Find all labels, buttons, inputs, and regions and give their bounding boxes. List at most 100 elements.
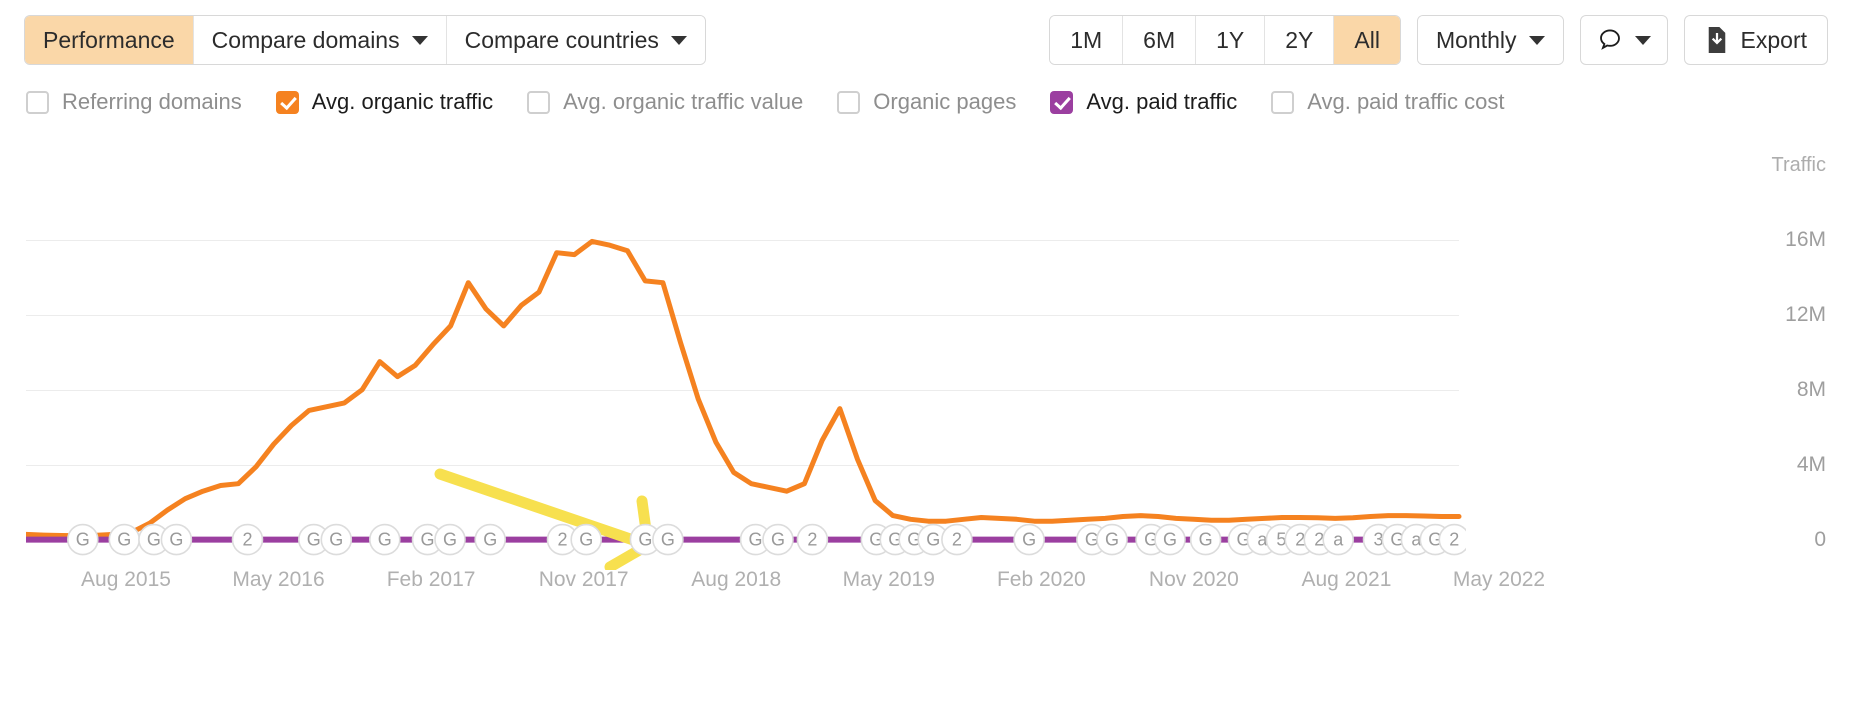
- tab-performance[interactable]: Performance: [25, 16, 194, 64]
- event-marker[interactable]: G: [762, 523, 794, 556]
- event-marker[interactable]: G: [1189, 523, 1222, 556]
- event-marker[interactable]: 2: [1438, 523, 1466, 556]
- x-axis-tick-label: May 2016: [232, 568, 325, 591]
- event-marker-label: G: [1022, 530, 1036, 550]
- date-range-group: 1M 6M 1Y 2Y All: [1049, 15, 1401, 65]
- chevron-down-icon: [1528, 35, 1545, 45]
- legend-item-avg-paid-traffic[interactable]: Avg. paid traffic: [1050, 89, 1237, 115]
- export-button[interactable]: Export: [1683, 15, 1828, 65]
- event-marker-label: 2: [242, 530, 252, 550]
- event-marker-label: G: [329, 530, 343, 550]
- event-marker[interactable]: 2: [231, 523, 264, 556]
- y-axis-tick-label: 0: [1814, 528, 1826, 551]
- x-axis-tick-label: Aug 2015: [81, 568, 171, 591]
- tab-compare-countries-label: Compare countries: [464, 26, 659, 53]
- range-1m[interactable]: 1M: [1050, 16, 1124, 64]
- y-axis-tick-label: 8M: [1796, 377, 1826, 401]
- legend-item-referring-domains[interactable]: Referring domains: [26, 89, 242, 115]
- range-2y[interactable]: 2Y: [1265, 16, 1335, 64]
- range-1y[interactable]: 1Y: [1196, 16, 1266, 64]
- event-marker[interactable]: G: [108, 523, 141, 556]
- series-line-avg-organic-traffic: [26, 238, 1462, 539]
- event-marker-label: G: [1105, 530, 1119, 550]
- event-marker-label: 2: [557, 530, 567, 550]
- range-1y-label: 1Y: [1216, 26, 1245, 53]
- organic-pages-checkbox[interactable]: [837, 90, 861, 114]
- event-marker-label: 2: [1449, 530, 1459, 550]
- avg-organic-traffic-value-checkbox[interactable]: [527, 90, 551, 114]
- event-marker-label: G: [1163, 530, 1177, 550]
- event-marker[interactable]: G: [320, 523, 353, 556]
- event-marker-label: 2: [807, 530, 817, 550]
- granularity-label: Monthly: [1435, 26, 1517, 53]
- chart-toolbar: Performance Compare domains Compare coun…: [24, 14, 1828, 66]
- event-marker[interactable]: G: [434, 523, 466, 556]
- event-marker[interactable]: G: [1096, 523, 1128, 556]
- x-axis-tick-label: Nov 2017: [538, 568, 629, 591]
- legend-label-avg-paid-traffic-cost: Avg. paid traffic cost: [1307, 89, 1505, 114]
- range-6m-label: 6M: [1143, 26, 1176, 53]
- event-marker[interactable]: G: [160, 523, 193, 556]
- range-all-label: All: [1354, 26, 1380, 53]
- legend-item-avg-organic-traffic-value[interactable]: Avg. organic traffic value: [527, 89, 803, 115]
- y-axis-tick-label: 16M: [1785, 227, 1826, 251]
- legend-label-avg-paid-traffic: Avg. paid traffic: [1086, 89, 1238, 114]
- event-marker-label: G: [638, 530, 652, 550]
- x-axis-tick-label: May 2019: [842, 568, 935, 591]
- event-marker-label: G: [579, 530, 593, 550]
- event-marker[interactable]: G: [1154, 523, 1186, 556]
- referring-domains-checkbox[interactable]: [26, 90, 49, 114]
- traffic-chart: Traffic 16M 12M 8M 4M 0 Aug 2015 May 2016 Feb …: [26, 150, 1826, 650]
- x-axis-tick-label: Feb 2017: [386, 568, 476, 591]
- tab-compare-countries[interactable]: Compare countries: [446, 16, 705, 64]
- x-axis-tick-label: Feb 2020: [996, 568, 1086, 591]
- chart-plot-area[interactable]: GGGG2GGGGGG2GGGGG2GGGG2GGGGGGGa522a3GaG2: [26, 150, 1466, 570]
- event-marker-label: G: [483, 530, 497, 550]
- chevron-down-icon: [1634, 35, 1651, 45]
- avg-paid-traffic-cost-checkbox[interactable]: [1271, 90, 1295, 114]
- event-marker-label: G: [926, 530, 940, 550]
- event-marker-label: G: [748, 530, 762, 550]
- range-2y-label: 2Y: [1285, 26, 1314, 53]
- event-marker-label: G: [147, 530, 161, 550]
- annotations-dropdown-button[interactable]: [1579, 15, 1668, 65]
- legend-label-avg-organic-traffic-value: Avg. organic traffic value: [563, 89, 804, 114]
- x-axis-tick-label: Aug 2021: [1301, 568, 1392, 591]
- event-marker[interactable]: 2: [796, 523, 829, 556]
- event-marker-label: G: [443, 530, 457, 550]
- event-marker[interactable]: G: [570, 523, 603, 556]
- chevron-down-icon: [670, 35, 687, 45]
- event-marker-label: 2: [952, 530, 962, 550]
- event-marker[interactable]: G: [474, 523, 507, 556]
- event-marker[interactable]: G: [368, 523, 401, 556]
- range-6m[interactable]: 6M: [1123, 16, 1197, 64]
- event-marker[interactable]: G: [652, 523, 684, 556]
- range-1m-label: 1M: [1070, 26, 1103, 53]
- event-marker[interactable]: 2: [941, 523, 973, 556]
- event-marker-label: G: [76, 530, 90, 550]
- event-marker-label: G: [771, 530, 785, 550]
- event-marker-label: G: [378, 530, 392, 550]
- event-marker[interactable]: G: [66, 523, 99, 556]
- event-marker[interactable]: a: [1322, 523, 1354, 556]
- x-axis-tick-label: Aug 2018: [691, 568, 782, 591]
- y-axis-tick-label: 12M: [1785, 302, 1826, 326]
- event-marker-label: G: [661, 530, 675, 550]
- range-all[interactable]: All: [1334, 16, 1400, 64]
- legend-item-avg-organic-traffic[interactable]: Avg. organic traffic: [275, 89, 494, 115]
- event-marker[interactable]: G: [1013, 523, 1045, 556]
- legend-label-avg-organic-traffic: Avg. organic traffic: [311, 89, 494, 114]
- series-legend: Referring domains Avg. organic traffic A…: [26, 84, 1828, 120]
- legend-item-organic-pages[interactable]: Organic pages: [837, 89, 1016, 115]
- tab-performance-label: Performance: [43, 26, 175, 53]
- legend-item-avg-paid-traffic-cost[interactable]: Avg. paid traffic cost: [1271, 89, 1505, 115]
- x-axis-tick-label: Nov 2020: [1148, 568, 1239, 591]
- event-marker-label: G: [169, 530, 183, 550]
- annotation-arrow: [434, 468, 654, 570]
- view-tab-group: Performance Compare domains Compare coun…: [24, 15, 706, 65]
- y-axis-title: Traffic: [1771, 154, 1826, 176]
- granularity-dropdown[interactable]: Monthly: [1417, 16, 1563, 64]
- tab-compare-domains[interactable]: Compare domains: [193, 16, 447, 64]
- avg-organic-traffic-checkbox[interactable]: [275, 90, 299, 114]
- avg-paid-traffic-checkbox[interactable]: [1050, 90, 1074, 114]
